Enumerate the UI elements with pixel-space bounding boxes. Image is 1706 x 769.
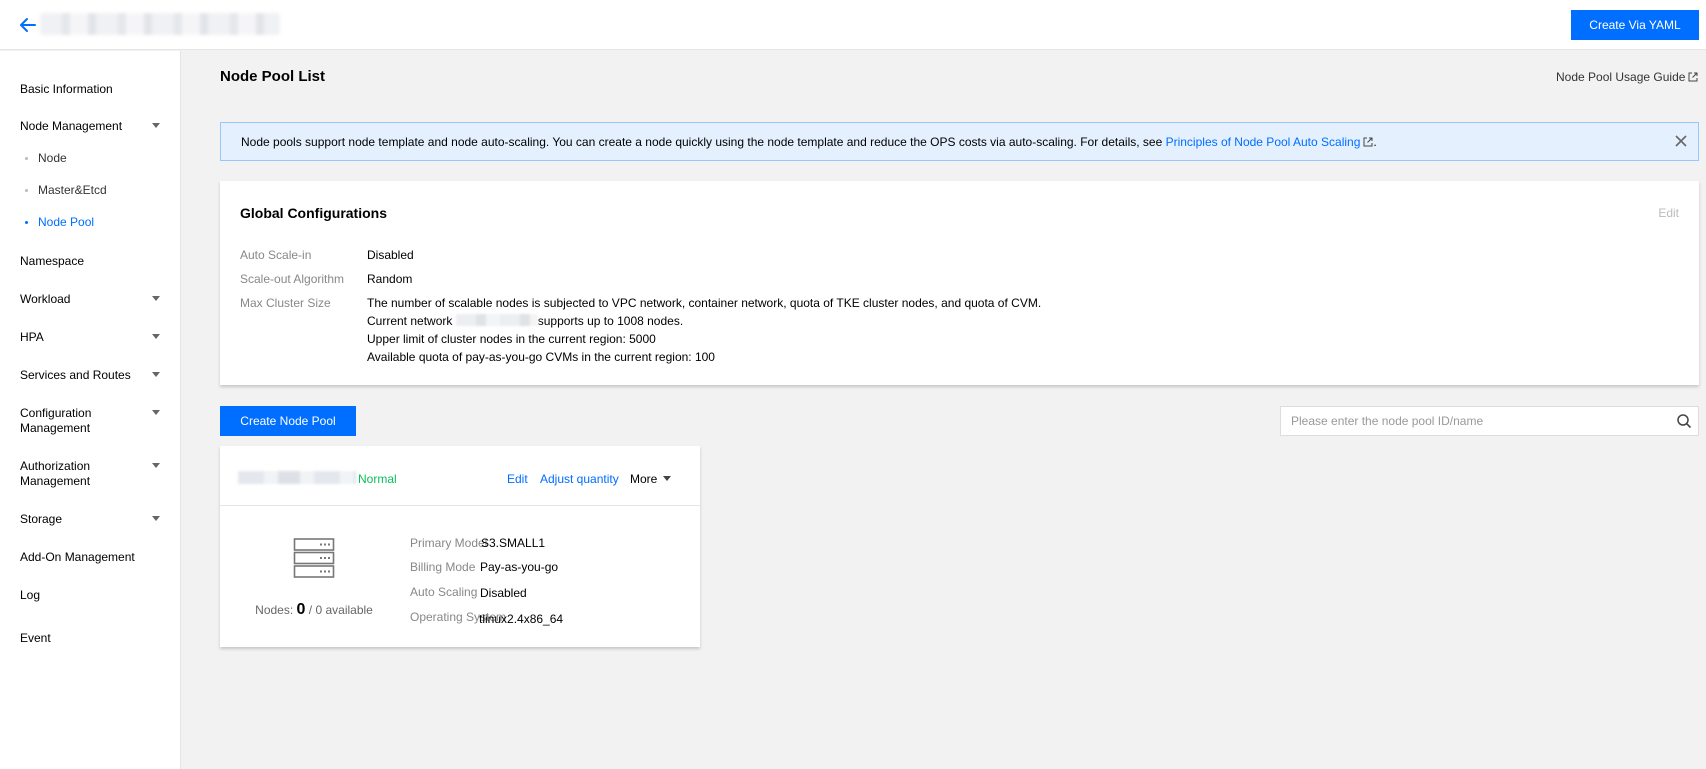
sidebar-item-label: Storage xyxy=(20,512,63,526)
sidebar-item-services-and-routes[interactable]: Services and Routes xyxy=(20,368,175,383)
sidebar-item-log[interactable]: Log xyxy=(20,588,175,603)
caret-down-icon xyxy=(152,123,160,128)
search-input[interactable] xyxy=(1281,407,1661,435)
auto-scale-in-label: Auto Scale-in xyxy=(240,248,312,262)
billing-mode-label: Billing Mode xyxy=(410,560,476,574)
sidebar-item-node-pool[interactable]: Node Pool xyxy=(24,215,94,229)
sidebar-item-authorization-management[interactable]: Authorization Management xyxy=(20,459,160,489)
adjust-quantity-link[interactable]: Adjust quantity xyxy=(540,472,619,486)
caret-down-icon xyxy=(663,476,672,481)
sidebar-item-configuration-management[interactable]: Configuration Management xyxy=(20,406,160,436)
cvm-quota-line: Available quota of pay-as-you-go CVMs in… xyxy=(367,350,715,364)
caret-down-icon xyxy=(152,334,160,339)
node-pool-card-header: Normal Edit Adjust quantity More xyxy=(220,446,700,506)
sidebar-item-node[interactable]: Node xyxy=(25,151,67,165)
sidebar-item-workload[interactable]: Workload xyxy=(20,292,175,307)
server-icon xyxy=(293,538,335,578)
back-arrow-icon[interactable] xyxy=(18,15,38,35)
sidebar-item-label: Authorization Management xyxy=(20,459,91,488)
max-cluster-size-value: The number of scalable nodes is subjecte… xyxy=(367,294,1041,366)
sidebar-item-master-etcd[interactable]: Master&Etcd xyxy=(25,183,107,197)
notice-link-label: Principles of Node Pool Auto Scaling xyxy=(1165,135,1361,149)
global-config-title: Global Configurations xyxy=(240,205,387,221)
scale-out-algorithm-value: Random xyxy=(367,272,413,286)
network-prefix: Current network xyxy=(367,314,453,328)
notice-body: Node pools support node template and nod… xyxy=(241,135,1166,149)
caret-down-icon xyxy=(152,463,160,468)
external-link-icon xyxy=(1688,72,1698,82)
caret-down-icon xyxy=(152,296,160,301)
billing-mode-value: Pay-as-you-go xyxy=(480,560,559,574)
create-node-pool-button[interactable]: Create Node Pool xyxy=(220,406,356,436)
sidebar-item-add-on-management[interactable]: Add-On Management xyxy=(20,550,175,565)
sidebar-item-event[interactable]: Event xyxy=(20,631,175,646)
more-label: More xyxy=(630,472,658,486)
create-via-yaml-button[interactable]: Create Via YAML xyxy=(1571,10,1699,40)
sidebar-item-storage[interactable]: Storage xyxy=(20,512,175,527)
sidebar: Basic Information Node Management Node M… xyxy=(0,51,181,769)
search-icon[interactable] xyxy=(1676,413,1692,429)
sidebar-item-label: Services and Routes xyxy=(20,368,131,382)
sidebar-item-hpa[interactable]: HPA xyxy=(20,330,175,345)
caret-down-icon xyxy=(152,516,160,521)
auto-scaling-value: Disabled xyxy=(480,586,527,600)
usage-guide-link[interactable]: Node Pool Usage Guide xyxy=(1556,70,1698,84)
nodes-available-label: available xyxy=(325,603,373,617)
info-notice: Node pools support node template and nod… xyxy=(220,122,1699,161)
nodes-label: Nodes: xyxy=(255,603,294,617)
node-pool-search xyxy=(1280,406,1699,436)
caret-down-icon xyxy=(152,410,160,415)
sidebar-item-namespace[interactable]: Namespace xyxy=(20,254,175,269)
usage-guide-label: Node Pool Usage Guide xyxy=(1556,70,1686,84)
sidebar-item-label: HPA xyxy=(20,330,44,344)
auto-scaling-label: Auto Scaling xyxy=(410,585,478,599)
node-pool-card: Normal Edit Adjust quantity More Nodes: … xyxy=(220,446,700,647)
operating-system-value: tlinux2.4x86_64 xyxy=(479,612,564,626)
sidebar-item-basic-information[interactable]: Basic Information xyxy=(20,82,175,97)
global-configurations-card: Global Configurations Edit Auto Scale-in… xyxy=(220,181,1699,385)
notice-suffix: . xyxy=(1373,135,1377,149)
top-bar: Create Via YAML xyxy=(0,0,1706,50)
external-link-icon xyxy=(1363,137,1373,147)
cluster-name-redacted xyxy=(40,13,280,35)
scale-out-algorithm-label: Scale-out Algorithm xyxy=(240,272,345,286)
sidebar-item-label: Node Management xyxy=(20,119,123,133)
sidebar-item-label: Configuration Management xyxy=(20,406,92,435)
more-dropdown[interactable]: More xyxy=(630,472,672,486)
close-icon[interactable] xyxy=(1672,132,1690,150)
notice-text: Node pools support node template and nod… xyxy=(241,135,1377,149)
nodes-summary: Nodes: 0 / 0 available xyxy=(220,601,408,619)
edit-pool-link[interactable]: Edit xyxy=(507,472,528,486)
primary-model-value: S3.SMALL1 xyxy=(481,536,546,550)
page-title: Node Pool List xyxy=(220,68,325,85)
nodes-count: 0 xyxy=(296,601,306,618)
auto-scaling-principles-link[interactable]: Principles of Node Pool Auto Scaling xyxy=(1166,135,1374,149)
upper-limit-line: Upper limit of cluster nodes in the curr… xyxy=(367,332,656,346)
primary-model-label: Primary Model xyxy=(410,536,488,550)
network-id-redacted xyxy=(455,314,538,326)
status-badge: Normal xyxy=(358,472,397,486)
node-pool-name-redacted[interactable] xyxy=(238,471,356,484)
auto-scale-in-value: Disabled xyxy=(367,248,414,262)
caret-down-icon xyxy=(152,372,160,377)
global-config-edit-button[interactable]: Edit xyxy=(1658,206,1679,220)
network-suffix: supports up to 1008 nodes. xyxy=(537,314,684,328)
sidebar-item-label: Workload xyxy=(20,292,71,306)
max-cluster-size-description: The number of scalable nodes is subjecte… xyxy=(367,296,1042,310)
max-cluster-size-label: Max Cluster Size xyxy=(240,296,331,310)
nodes-total: / 0 xyxy=(308,603,323,617)
sidebar-item-node-management[interactable]: Node Management xyxy=(20,119,175,134)
network-limit-line: Current network supports up to 1008 node… xyxy=(367,312,1041,330)
